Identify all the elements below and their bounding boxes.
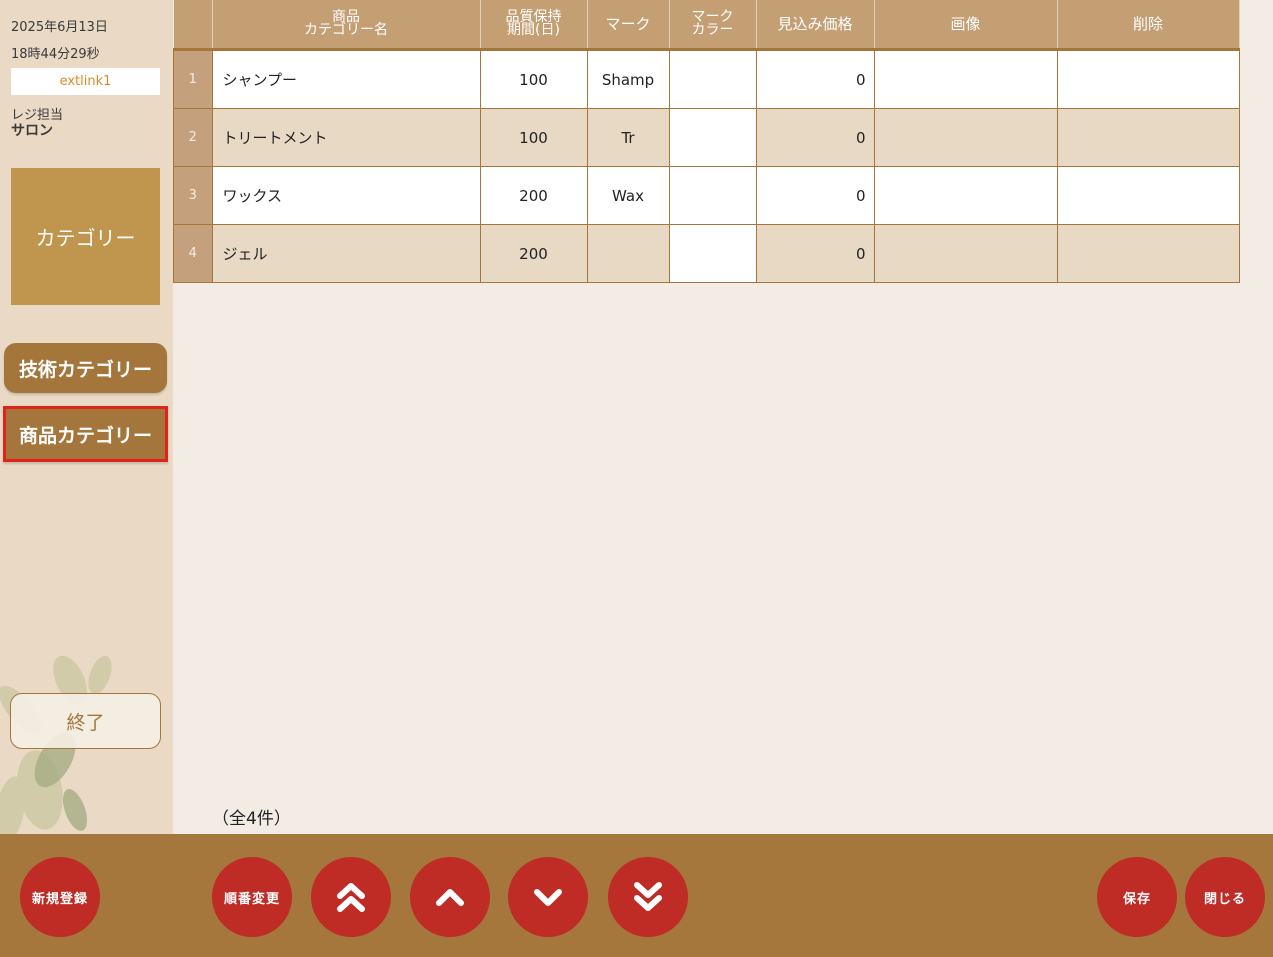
delete-header: 削除 <box>1057 0 1240 51</box>
sidebar: 2025年6月13日 18時44分29秒 extlink1 レジ担当 サロン カ… <box>0 0 173 834</box>
move-up-button[interactable] <box>410 857 490 937</box>
reorder-button[interactable]: 順番変更 <box>212 857 292 937</box>
expected-price-cell[interactable]: 0 <box>755 224 875 283</box>
total-count: （全4件） <box>212 809 291 829</box>
product-category-button[interactable]: 商品カテゴリー <box>3 406 168 462</box>
row-number-header <box>173 0 213 51</box>
row-number: 2 <box>173 108 213 167</box>
mark-header: マーク <box>587 0 670 51</box>
current-date: 2025年6月13日 <box>11 20 108 35</box>
image-cell[interactable] <box>873 108 1058 167</box>
mark-color-cell[interactable] <box>668 49 757 109</box>
new-register-button[interactable]: 新規登録 <box>20 857 100 937</box>
category-name-header: 商品 カテゴリー名 <box>212 0 481 51</box>
save-button[interactable]: 保存 <box>1097 857 1177 937</box>
move-to-top-button[interactable] <box>311 857 391 937</box>
table-row[interactable]: 3 ワックス 200 Wax 0 <box>173 166 1240 225</box>
extlink-link[interactable]: extlink1 <box>11 68 160 95</box>
table-row[interactable]: 4 ジェル 200 0 <box>173 224 1240 283</box>
category-name-cell[interactable]: ワックス <box>211 166 481 225</box>
chevron-down-icon <box>534 889 562 906</box>
expected-price-cell[interactable]: 0 <box>755 166 875 225</box>
move-down-button[interactable] <box>508 857 588 937</box>
mark-color-cell[interactable] <box>668 224 757 283</box>
mark-cell[interactable]: Shamp <box>586 49 670 109</box>
product-category-table: 商品 カテゴリー名 品質保持 期間(日) マーク マーク カラー 見込み価格 画… <box>173 0 1240 283</box>
move-to-bottom-button[interactable] <box>608 857 688 937</box>
double-chevron-down-icon <box>634 882 662 911</box>
delete-cell[interactable] <box>1056 108 1240 167</box>
double-chevron-up-icon <box>337 883 365 912</box>
image-header: 画像 <box>874 0 1058 51</box>
image-cell[interactable] <box>873 224 1058 283</box>
current-time: 18時44分29秒 <box>11 47 100 62</box>
row-number: 4 <box>173 224 213 283</box>
mark-color-cell[interactable] <box>668 166 757 225</box>
shelf-life-header: 品質保持 期間(日) <box>480 0 588 51</box>
category-name-cell[interactable]: ジェル <box>211 224 481 283</box>
exit-button[interactable]: 終了 <box>10 693 161 749</box>
expected-price-header: 見込み価格 <box>756 0 875 51</box>
register-staff-name: サロン <box>11 123 53 139</box>
image-cell[interactable] <box>873 49 1058 109</box>
expected-price-cell[interactable]: 0 <box>755 108 875 167</box>
shelf-life-cell[interactable]: 100 <box>479 49 588 109</box>
category-name-cell[interactable]: シャンプー <box>211 49 481 109</box>
close-button[interactable]: 閉じる <box>1185 857 1265 937</box>
shelf-life-cell[interactable]: 100 <box>479 108 588 167</box>
mark-color-cell[interactable] <box>668 108 757 167</box>
chevron-up-icon <box>436 889 464 906</box>
footer-toolbar: 新規登録 順番変更 保存 閉じる <box>0 834 1273 957</box>
mark-cell[interactable] <box>586 224 670 283</box>
image-cell[interactable] <box>873 166 1058 225</box>
table-row[interactable]: 1 シャンプー 100 Shamp 0 <box>173 49 1240 109</box>
delete-cell[interactable] <box>1056 224 1240 283</box>
shelf-life-cell[interactable]: 200 <box>479 166 588 225</box>
category-name-cell[interactable]: トリートメント <box>211 108 481 167</box>
delete-cell[interactable] <box>1056 49 1240 109</box>
row-number: 1 <box>173 49 213 109</box>
mark-color-header: マーク カラー <box>669 0 757 51</box>
row-number: 3 <box>173 166 213 225</box>
category-section-tile: カテゴリー <box>11 168 160 305</box>
tech-category-button[interactable]: 技術カテゴリー <box>4 343 167 393</box>
mark-cell[interactable]: Tr <box>586 108 670 167</box>
expected-price-cell[interactable]: 0 <box>755 49 875 109</box>
delete-cell[interactable] <box>1056 166 1240 225</box>
table-row[interactable]: 2 トリートメント 100 Tr 0 <box>173 108 1240 167</box>
shelf-life-cell[interactable]: 200 <box>479 224 588 283</box>
register-staff-label: レジ担当 <box>11 108 64 123</box>
mark-cell[interactable]: Wax <box>586 166 670 225</box>
